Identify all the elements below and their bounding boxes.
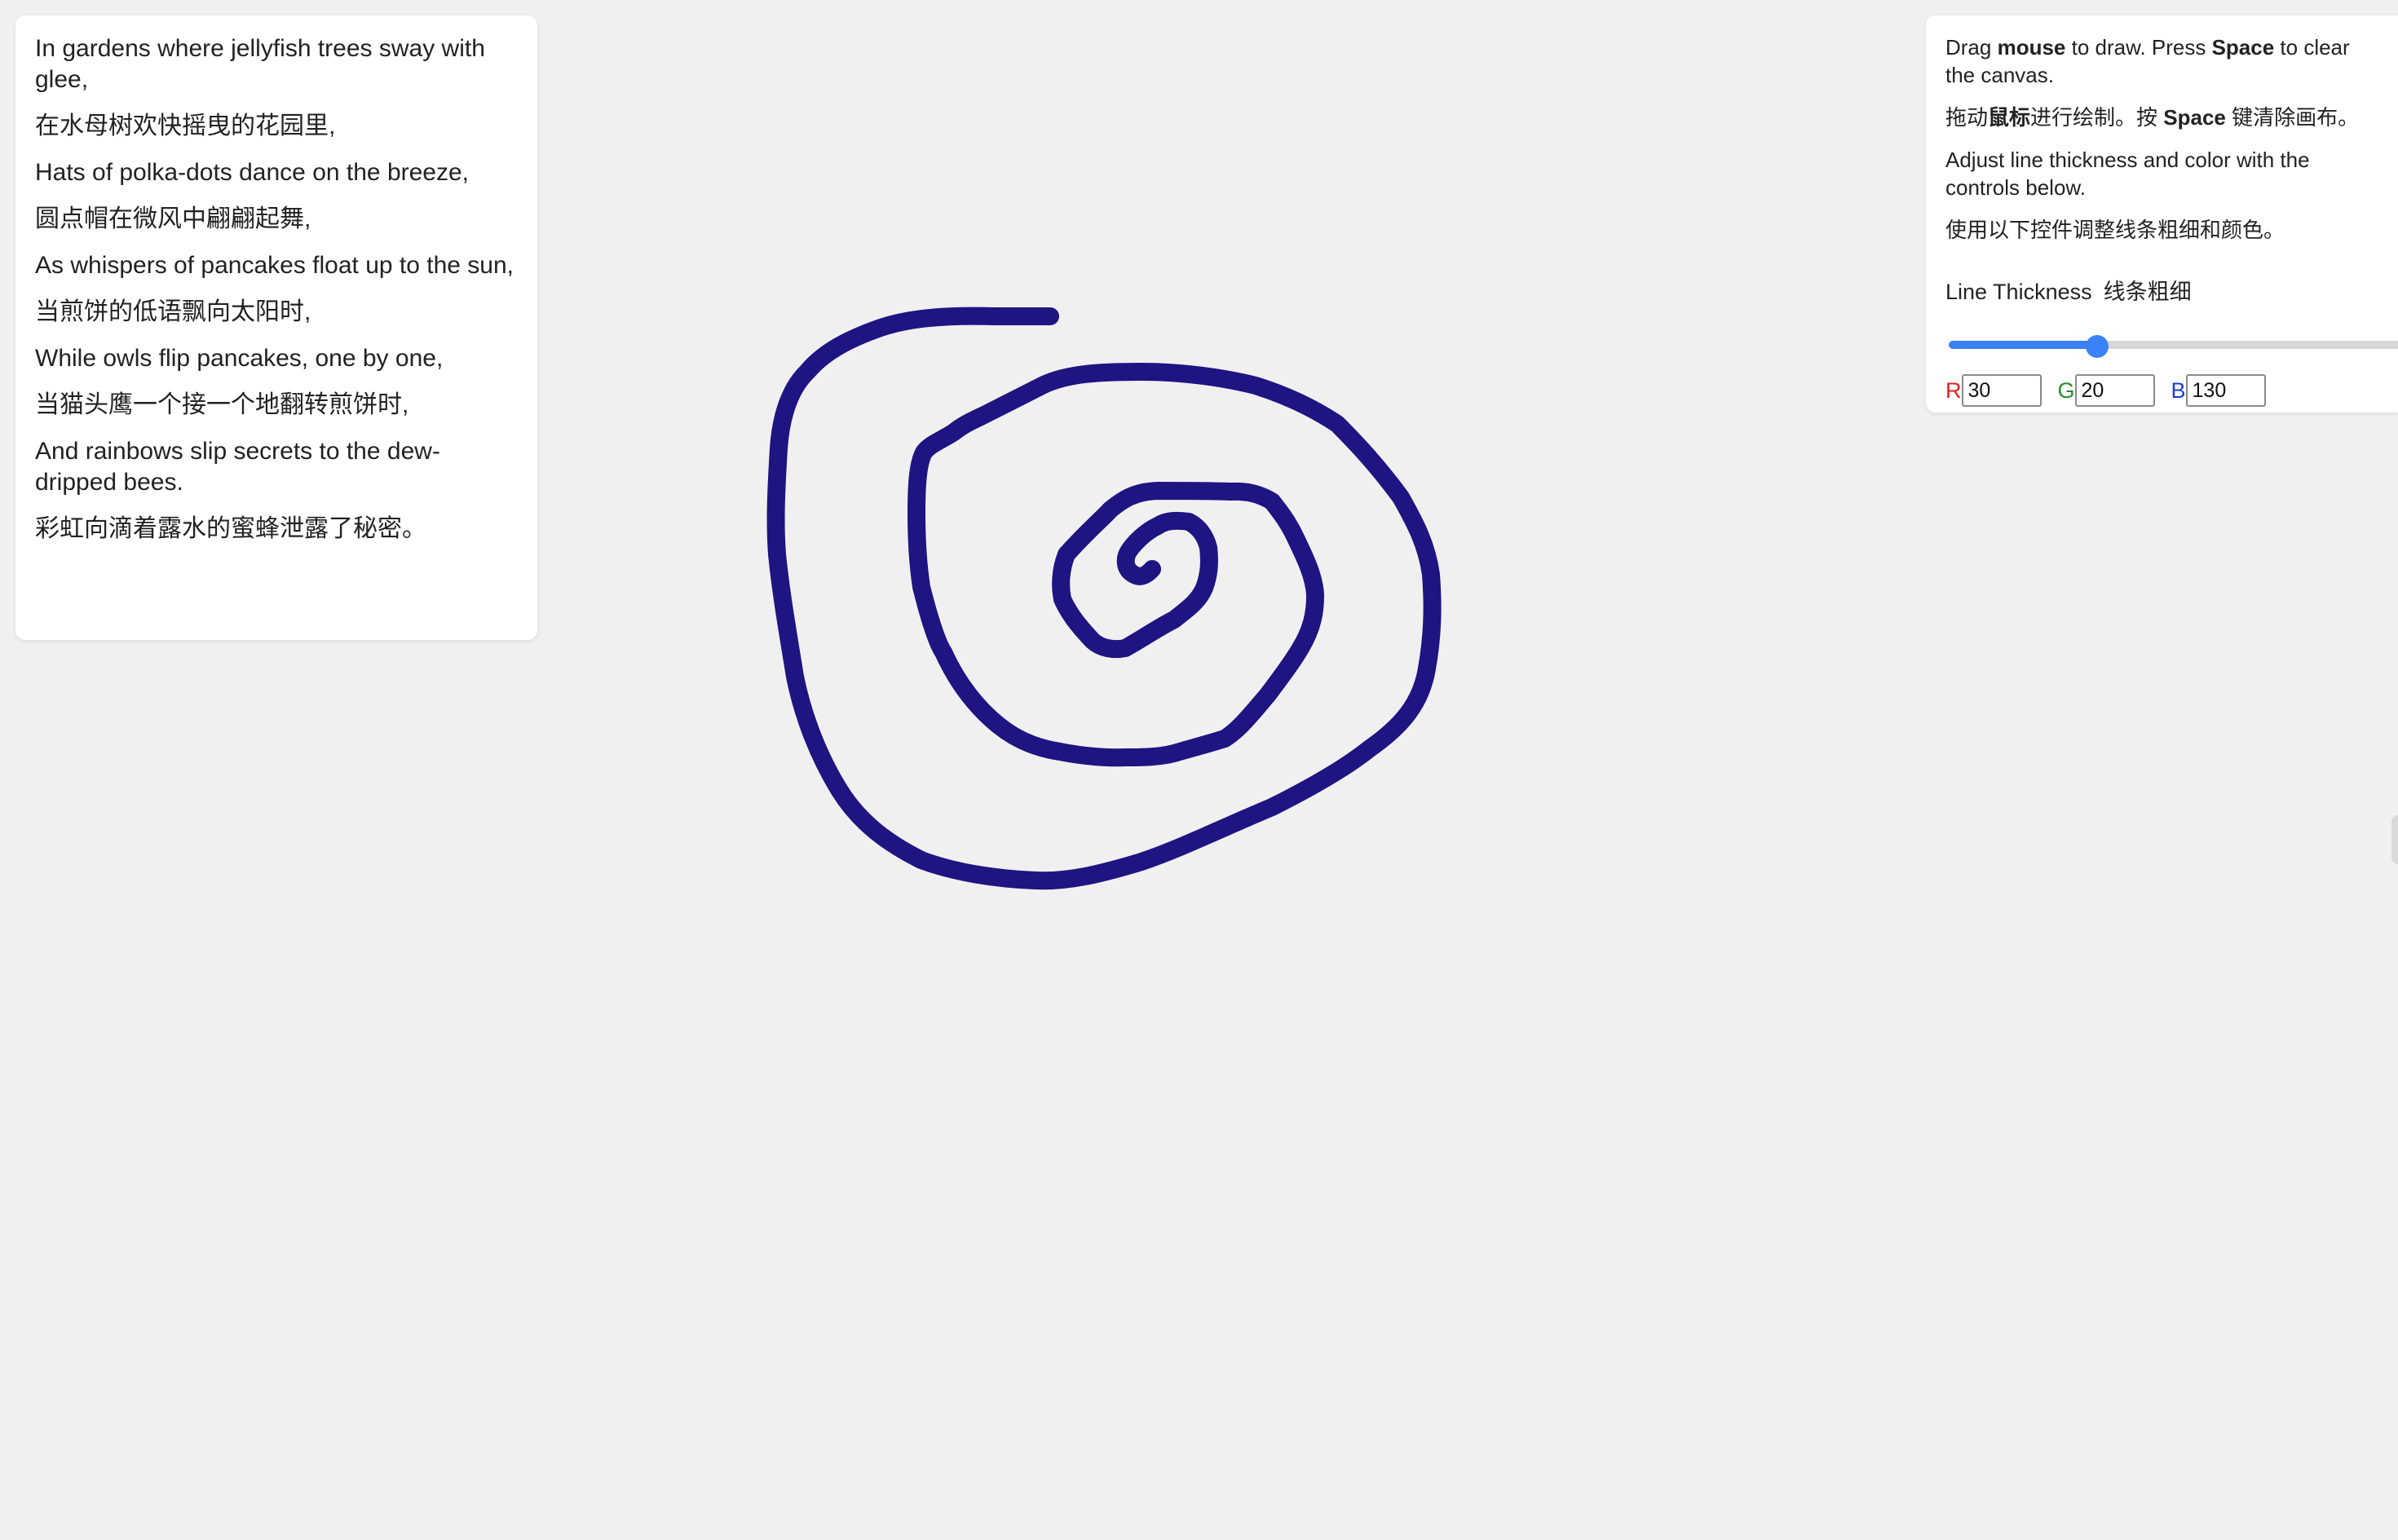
poem-line-4: 圆点帽在微风中翩翩起舞, — [35, 205, 311, 232]
instruction-zh-prefix: 拖动 — [1945, 105, 1989, 130]
controls-panel: Drag mouse to draw. Press Space to clear… — [1926, 15, 2398, 413]
line-thickness-label-en: Line Thickness — [1945, 280, 2092, 304]
instruction-en-prefix: Drag — [1945, 35, 1998, 60]
instruction-zh: 拖动鼠标进行绘制。按 Space 键清除画布。 — [1945, 104, 2398, 131]
red-label: R — [1945, 378, 1962, 403]
adjust-text-en: Adjust line thickness and color with the… — [1945, 148, 2310, 200]
red-input[interactable] — [1961, 374, 2042, 407]
poem-line-7: While owls flip pancakes, one by one, — [35, 345, 444, 372]
poem-line-5: As whispers of pancakes float up to the … — [35, 252, 514, 279]
poem-line-1: In gardens where jellyfish trees sway wi… — [35, 35, 485, 93]
instruction-en-middle: to draw. Press — [2065, 35, 2212, 60]
adjust-text-zh: 使用以下控件调整线条粗细和颜色。 — [1945, 218, 2285, 242]
line-thickness-label-zh: 线条粗细 — [2103, 280, 2192, 304]
slider-fill — [1949, 341, 2098, 349]
instruction-zh-middle: 进行绘制。按 — [2030, 105, 2164, 130]
instruction-en-space: Space — [2211, 35, 2275, 60]
drawn-spiral-stroke — [766, 307, 1442, 890]
line-thickness-slider[interactable] — [1949, 335, 2398, 358]
rgb-controls: R G B — [1945, 373, 2282, 408]
blue-label: B — [2171, 378, 2186, 403]
slider-thumb[interactable] — [2086, 335, 2109, 358]
poem-line-8: 当猫头鹰一个接一个地翻转煎饼时, — [35, 391, 409, 418]
poem-line-2: 在水母树欢快摇曳的花园里, — [35, 113, 336, 139]
instruction-en-mouse: mouse — [1997, 35, 2066, 60]
instruction-zh-space: Space — [2163, 105, 2226, 130]
green-input[interactable] — [2074, 374, 2155, 407]
poem-line-9: And rainbows slip secrets to the dew-dri… — [35, 438, 440, 496]
poem-line-6: 当煎饼的低语飘向太阳时, — [35, 298, 311, 325]
instruction-en: Drag mouse to draw. Press Space to clear… — [1945, 33, 2361, 89]
poem-card: In gardens where jellyfish trees sway wi… — [15, 15, 537, 640]
line-thickness-label: Line Thickness 线条粗细 — [1945, 278, 2192, 306]
edge-scroll-tab[interactable] — [2391, 815, 2398, 864]
poem-line-3: Hats of polka-dots dance on the breeze, — [35, 159, 470, 186]
instruction-zh-mouse: 鼠标 — [1988, 105, 2031, 130]
poem-line-10: 彩虹向滴着露水的蜜蜂泄露了秘密。 — [35, 515, 426, 542]
instruction-zh-suffix: 键清除画布。 — [2225, 105, 2360, 130]
blue-input[interactable] — [2185, 374, 2266, 407]
green-label: G — [2057, 378, 2075, 403]
